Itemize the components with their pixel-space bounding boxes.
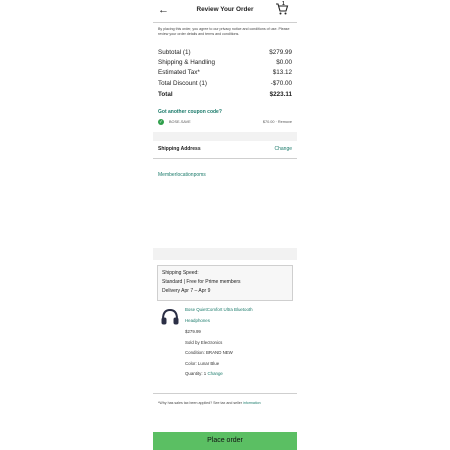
subtotal-value: $279.99 [269,49,292,56]
discount-label: Total Discount (1) [158,80,207,87]
product-seller: Sold by Electronics [185,340,223,345]
tax-label: Estimated Tax* [158,69,200,76]
check-icon: ✓ [158,119,164,125]
total-value: $223.11 [269,91,292,98]
product-quantity: Quantity: 1 Change [185,371,223,377]
product-price: $279.99 [185,329,201,334]
delivery-estimate: Delivery Apr 7 – Apr 9 [162,288,211,294]
header-bar: ← Review Your Order 1 [153,0,297,22]
section-separator [153,132,297,141]
quantity-label: Quantity: 1 [185,371,207,376]
section-separator-2 [153,248,297,260]
shipping-speed-label: Shipping Speed: [162,270,199,276]
cart-count-badge: 1 [282,1,285,7]
product-name-line1[interactable]: Bose QuietComfort Ultra Bluetooth [185,307,253,313]
shipping-address-name[interactable]: Memberlocationpoms [158,172,206,178]
coupon-amount[interactable]: $70.00 · Remove [263,120,292,124]
tax-value: $13.12 [272,69,292,76]
place-order-button[interactable]: Place order [153,432,297,450]
applied-coupon: ✓ BOSE-SAVE $70.00 · Remove [158,119,292,127]
tax-info-link[interactable]: information [243,401,261,405]
change-address-link[interactable]: Change [274,146,292,152]
subtotal-label: Subtotal (1) [158,49,191,56]
headphones-icon [161,308,179,325]
shipping-address-heading: Shipping Address [158,146,201,152]
product-color: Color: Lunar Blue [185,361,220,366]
tax-footnote: *Why has sales tax been applied? See tax… [158,400,292,406]
change-quantity-link[interactable]: Change [207,371,222,376]
terms-notice: By placing this order, you agree to our … [158,27,290,36]
headphones-image [160,307,180,327]
total-label: Total [158,91,173,98]
cart-button[interactable]: 1 [275,1,289,16]
shipping-divider [153,158,297,159]
footer-divider [153,393,297,394]
header-divider [153,22,297,23]
shipping-value: $0.00 [276,59,292,66]
shipping-label: Shipping & Handling [158,59,216,66]
coupon-code: BOSE-SAVE [169,120,191,124]
shipping-speed-box[interactable]: Shipping Speed: Standard | Free for Prim… [157,265,293,301]
shipping-speed-option: Standard | Free for Prime members [162,279,241,285]
discount-value: -$70.00 [270,80,292,87]
product-name-line2[interactable]: Headphones [185,318,210,324]
tax-footnote-text: *Why has sales tax been applied? See tax… [158,401,242,405]
checkout-screen: ← Review Your Order 1 By placing this or… [153,0,297,450]
coupon-code-link[interactable]: Got another coupon code? [158,109,222,115]
product-condition: Condition: BRAND NEW [185,350,233,355]
